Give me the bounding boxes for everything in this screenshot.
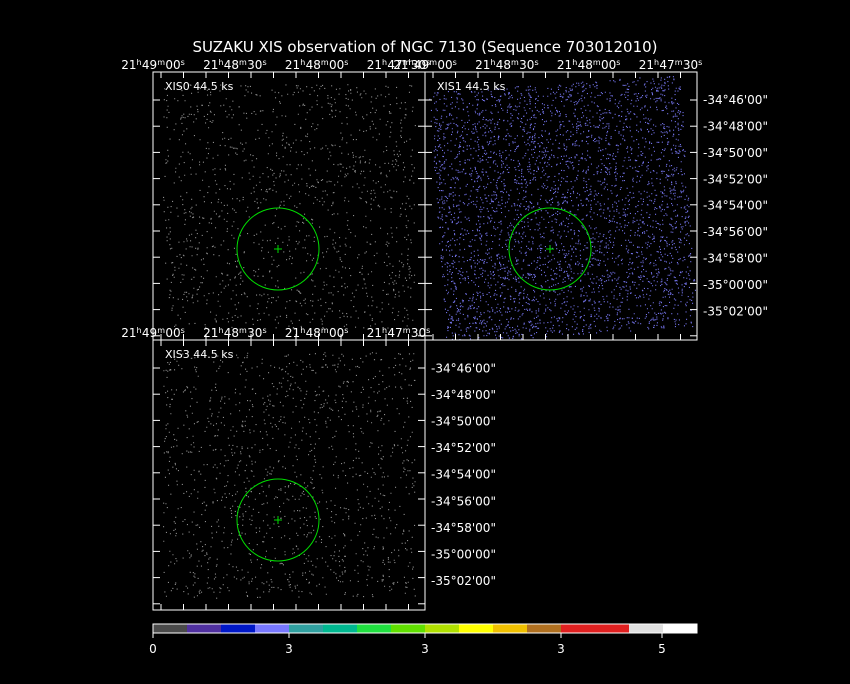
- colorbar-tick-label: 0: [149, 642, 157, 656]
- colorbar-segment: [493, 624, 528, 633]
- colorbar-segment: [323, 624, 358, 633]
- dec-tick-label: -34°46'00": [703, 93, 768, 107]
- dec-tick-label: -34°58'00": [703, 252, 768, 266]
- dec-tick-label: -34°54'00": [431, 468, 496, 482]
- colorbar-segment: [255, 624, 290, 633]
- dec-tick-label: -35°02'00": [703, 304, 768, 318]
- colorbar-segment: [459, 624, 494, 633]
- xis-image-figure: SUZAKU XIS observation of NGC 7130 (Sequ…: [0, 0, 850, 680]
- colorbar-segment: [289, 624, 324, 633]
- dec-tick-label: -34°46'00": [431, 361, 496, 375]
- dec-tick-label: -34°52'00": [703, 172, 768, 186]
- ra-tick-label: 21h 48m 30s: [203, 58, 267, 72]
- ra-tick-label: 21h 49m 00s: [393, 58, 457, 72]
- dec-tick-label: -34°48'00": [431, 388, 496, 402]
- colorbar-tick-label: 3: [285, 642, 293, 656]
- dec-tick-label: -35°02'00": [431, 574, 496, 588]
- ra-tick-label: 21h 47m 30s: [367, 326, 431, 340]
- colorbar-segment: [629, 624, 664, 633]
- panel-label: XIS3 44.5 ks: [165, 348, 234, 361]
- dec-tick-label: -34°52'00": [431, 441, 496, 455]
- colorbar-segment: [527, 624, 562, 633]
- panel-label: XIS1 44.5 ks: [437, 80, 506, 93]
- colorbar-tick-label: 5: [658, 642, 666, 656]
- colorbar-tick-label: 3: [421, 642, 429, 656]
- colorbar-segment: [425, 624, 460, 633]
- figure: SUZAKU XIS observation of NGC 7130 (Sequ…: [0, 0, 850, 680]
- colorbar-segment: [221, 624, 256, 633]
- ra-tick-label: 21h 48m 30s: [475, 58, 539, 72]
- dec-tick-label: -34°48'00": [703, 120, 768, 134]
- ra-tick-label: 21h 49m 00s: [121, 58, 185, 72]
- dec-tick-label: -34°50'00": [703, 146, 768, 160]
- colorbar-segment: [561, 624, 596, 633]
- colorbar-segment: [153, 624, 188, 633]
- dec-tick-label: -34°56'00": [703, 225, 768, 239]
- colorbar-segment: [663, 624, 698, 633]
- colorbar-tick-label: 3: [557, 642, 565, 656]
- dec-tick-label: -34°56'00": [431, 494, 496, 508]
- panel-label: XIS0 44.5 ks: [165, 80, 234, 93]
- ra-tick-label: 21h 48m 00s: [557, 58, 621, 72]
- dec-tick-label: -34°50'00": [431, 415, 496, 429]
- dec-tick-labels: -34°46'00" -34°48'00" -34°50'00" -34°52'00"…: [431, 361, 496, 588]
- ra-tick-label: 21h 48m 00s: [285, 58, 349, 72]
- figure-title: SUZAKU XIS observation of NGC 7130 (Sequ…: [192, 38, 657, 56]
- ra-tick-label: 21h 47m 30s: [639, 58, 703, 72]
- dec-tick-label: -35°00'00": [431, 548, 496, 562]
- colorbar-segment: [187, 624, 222, 633]
- dec-tick-label: -35°00'00": [703, 278, 768, 292]
- colorbar-segment: [595, 624, 630, 633]
- dec-tick-label: -34°54'00": [703, 199, 768, 213]
- ra-tick-label: 21h 48m 00s: [285, 326, 349, 340]
- dec-tick-labels: -34°46'00" -34°48'00" -34°50'00" -34°52'00"…: [703, 93, 768, 318]
- ra-tick-label: 21h 48m 30s: [203, 326, 267, 340]
- colorbar-segment: [391, 624, 426, 633]
- ra-tick-label: 21h 49m 00s: [121, 326, 185, 340]
- dec-tick-label: -34°58'00": [431, 521, 496, 535]
- colorbar-segment: [357, 624, 392, 633]
